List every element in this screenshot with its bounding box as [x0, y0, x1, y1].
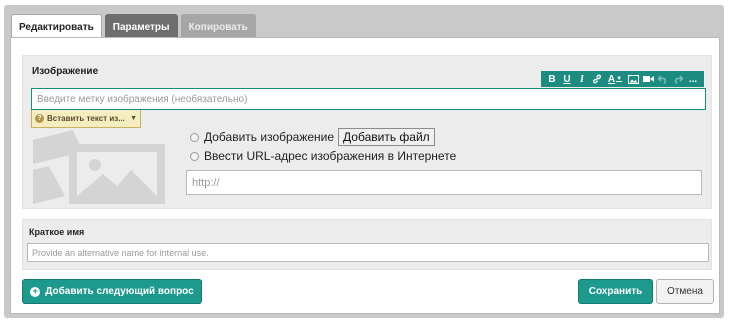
cancel-button[interactable]: Отмена [656, 279, 714, 304]
font-color-button[interactable]: A ▼ [605, 72, 625, 86]
insert-text-label: Вставить текст из... [47, 114, 125, 123]
add-file-button[interactable]: Добавить файл [338, 128, 435, 146]
url-option: Ввести URL-адрес изображения в Интернете [190, 149, 456, 163]
bold-button[interactable]: B [545, 72, 559, 86]
add-image-radio[interactable] [190, 132, 199, 142]
image-section: Изображение B U I A ▼ ... Введите метку … [22, 55, 712, 209]
short-name-label: Краткое имя [29, 227, 85, 237]
add-image-option: Добавить изображение Добавить файл [190, 128, 435, 146]
add-image-label: Добавить изображение [204, 130, 335, 144]
short-name-input[interactable] [27, 243, 709, 262]
url-radio[interactable] [190, 151, 199, 161]
chevron-down-icon: ▼ [616, 76, 623, 82]
video-icon[interactable] [641, 72, 655, 86]
image-url-input[interactable] [186, 170, 702, 195]
font-color-label: A [607, 73, 616, 85]
image-icon[interactable] [626, 72, 640, 86]
short-name-section: Краткое имя [22, 219, 712, 270]
image-label-input[interactable] [31, 88, 706, 110]
underline-button[interactable]: U [560, 72, 574, 86]
undo-icon[interactable] [656, 72, 670, 86]
editor-panel: Изображение B U I A ▼ ... Введите метку … [10, 37, 720, 314]
question-icon: ? [35, 114, 44, 123]
more-options-button[interactable]: ... [686, 72, 700, 86]
image-section-label: Изображение [32, 66, 99, 77]
redo-icon[interactable] [671, 72, 685, 86]
chevron-down-icon: ▼ [130, 115, 137, 122]
save-button[interactable]: Сохранить [578, 279, 653, 304]
question-editor-frame: Редактировать Параметры Копировать Изобр… [4, 5, 724, 318]
link-icon[interactable] [590, 72, 604, 86]
add-next-question-label: Добавить следующий вопрос [45, 286, 194, 297]
rich-text-toolbar: B U I A ▼ ... [541, 71, 704, 87]
image-placeholder-icon [31, 130, 166, 211]
add-next-question-button[interactable]: + Добавить следующий вопрос [22, 279, 202, 304]
url-option-label: Ввести URL-адрес изображения в Интернете [204, 149, 457, 163]
insert-text-dropdown[interactable]: ? Вставить текст из... ▼ [31, 110, 141, 128]
italic-button[interactable]: I [575, 72, 589, 86]
plus-icon: + [30, 286, 41, 297]
